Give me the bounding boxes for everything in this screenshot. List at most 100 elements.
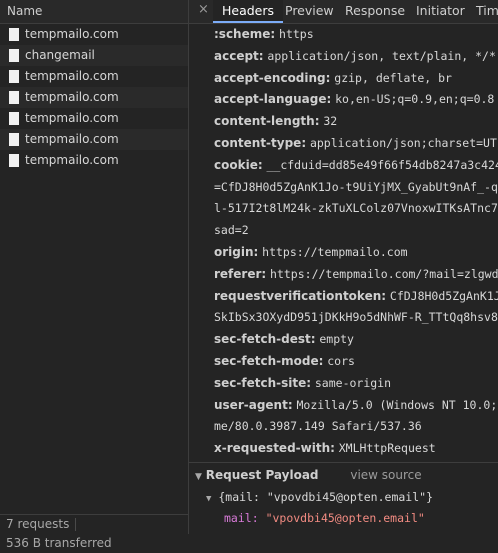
- request-name: tempmailo.com: [25, 153, 119, 167]
- header-row: sad=2: [189, 220, 498, 242]
- header-value: https://tempmailo.com: [262, 244, 408, 259]
- request-row[interactable]: changemail: [0, 45, 188, 66]
- request-details-panel: × Headers Preview Response Initiator Tim…: [189, 0, 498, 534]
- request-payload-section: ▼ Request Payload view source ▼ {mail: "…: [189, 462, 498, 534]
- request-row[interactable]: tempmailo.com: [0, 66, 188, 87]
- tab-initiator[interactable]: Initiator: [416, 0, 465, 23]
- header-name: origin:: [214, 244, 259, 259]
- header-name: accept:: [214, 48, 264, 63]
- request-row[interactable]: tempmailo.com: [0, 24, 188, 45]
- request-list: tempmailo.com changemail tempmailo.com temp…: [0, 24, 188, 171]
- header-row: accept-encoding: gzip, deflate, br: [189, 68, 498, 90]
- header-row: x-requested-with: XMLHttpRequest: [189, 438, 498, 460]
- header-row: content-length: 32: [189, 111, 498, 133]
- header-row: accept-language: ko,en-US;q=0.9,en;q=0.8: [189, 89, 498, 111]
- header-value: application/json;charset=UTF-8: [309, 135, 498, 150]
- tab-timing[interactable]: Timing: [476, 0, 498, 23]
- header-value: CfDJ8H0d5ZgAnK1Jo-t9U: [389, 288, 498, 303]
- payload-title: Request Payload: [205, 468, 319, 482]
- document-icon: [9, 154, 19, 167]
- header-row: accept: application/json, text/plain, */…: [189, 46, 498, 68]
- header-value: gzip, deflate, br: [334, 70, 452, 85]
- request-row[interactable]: tempmailo.com: [0, 129, 188, 150]
- payload-key: mail:: [224, 511, 259, 525]
- triangle-down-icon[interactable]: ▼: [195, 472, 202, 482]
- request-row[interactable]: tempmailo.com: [0, 87, 188, 108]
- name-column-header[interactable]: Name: [0, 0, 188, 24]
- status-bar: 7 requests 536 B transferred: [0, 514, 188, 550]
- requests-panel: Name tempmailo.com changemail tempmailo.co…: [0, 0, 188, 550]
- header-name: content-type:: [214, 135, 307, 150]
- header-value-continuation: =CfDJ8H0d5ZgAnK1Jo-t9UiYjMX_GyabUt9nAf_-…: [214, 179, 498, 194]
- header-row: me/80.0.3987.149 Safari/537.36: [189, 416, 498, 438]
- header-row: referer: https://tempmailo.com/?mail=zlg…: [189, 264, 498, 286]
- request-row[interactable]: tempmailo.com: [0, 150, 188, 171]
- document-icon: [9, 91, 19, 104]
- header-value: application/json, text/plain, */*: [267, 48, 496, 63]
- header-row: sec-fetch-site: same-origin: [189, 373, 498, 395]
- header-value: empty: [319, 332, 354, 347]
- transferred-size: 536 B transferred: [6, 536, 112, 550]
- header-name: sec-fetch-site:: [214, 375, 312, 390]
- header-name: content-length:: [214, 114, 320, 129]
- header-row: :scheme: https: [189, 24, 498, 46]
- close-icon[interactable]: ×: [198, 2, 209, 17]
- payload-value: "vpovdbi45@opten.email": [265, 511, 425, 525]
- document-icon: [9, 133, 19, 146]
- document-icon: [9, 70, 19, 83]
- payload-object-summary: {mail: "vpovdbi45@opten.email"}: [218, 490, 433, 504]
- header-name: x-requested-with:: [214, 441, 335, 456]
- tab-response[interactable]: Response: [345, 0, 405, 23]
- header-value: same-origin: [314, 375, 392, 390]
- header-name: sec-fetch-mode:: [214, 353, 324, 368]
- header-row: sec-fetch-mode: cors: [189, 351, 498, 373]
- header-row: content-type: application/json;charset=U…: [189, 133, 498, 155]
- payload-property: mail: "vpovdbi45@opten.email": [189, 508, 498, 529]
- status-divider: [75, 518, 77, 531]
- header-row: SkIbSx3OXydD951jDKkH9o5dNhWF-R_TTtQq8hsv…: [189, 307, 498, 329]
- payload-object[interactable]: ▼ {mail: "vpovdbi45@opten.email"}: [189, 487, 498, 508]
- request-name: tempmailo.com: [25, 111, 119, 125]
- header-value: https://tempmailo.com/?mail=zlgwdlm7: [270, 266, 498, 281]
- header-value: https: [279, 27, 314, 41]
- header-name: :scheme:: [214, 27, 276, 41]
- document-icon: [9, 28, 19, 41]
- tab-preview[interactable]: Preview: [285, 0, 334, 23]
- header-value: ko,en-US;q=0.9,en;q=0.8: [335, 92, 495, 107]
- header-name: accept-encoding:: [214, 70, 331, 85]
- request-name: tempmailo.com: [25, 132, 119, 146]
- header-row: l-517I2t8lM24k-zkTuXLColz07VnoxwITKsATnc…: [189, 198, 498, 220]
- request-name: tempmailo.com: [25, 90, 119, 104]
- header-row: requestverificationtoken: CfDJ8H0d5ZgAnK…: [189, 286, 498, 308]
- header-value: Mozilla/5.0 (Windows NT 10.0; Win: [296, 397, 498, 412]
- header-name: user-agent:: [214, 397, 293, 412]
- request-name: tempmailo.com: [25, 69, 119, 83]
- header-value: cors: [327, 353, 355, 368]
- request-name: tempmailo.com: [25, 27, 119, 41]
- header-value-continuation: SkIbSx3OXydD951jDKkH9o5dNhWF-R_TTtQq8hsv…: [214, 310, 498, 325]
- tab-headers[interactable]: Headers: [213, 0, 284, 23]
- header-name: sec-fetch-dest:: [214, 332, 316, 347]
- header-value: __cfduid=dd85e49f66f54db8247a3c424ad: [266, 157, 498, 172]
- header-value: 32: [323, 114, 338, 129]
- request-headers-list: :scheme: https accept: application/json, …: [189, 24, 498, 460]
- request-name: changemail: [25, 48, 95, 62]
- header-name: cookie:: [214, 157, 263, 172]
- header-value-continuation: me/80.0.3987.149 Safari/537.36: [214, 419, 422, 434]
- header-row: sec-fetch-dest: empty: [189, 329, 498, 351]
- header-value-continuation: sad=2: [214, 223, 249, 238]
- header-name: accept-language:: [214, 92, 332, 107]
- triangle-down-icon[interactable]: ▼: [206, 494, 211, 504]
- request-row[interactable]: tempmailo.com: [0, 108, 188, 129]
- view-source-link[interactable]: view source: [350, 468, 421, 482]
- header-value: XMLHttpRequest: [338, 441, 436, 456]
- header-name: referer:: [214, 266, 267, 281]
- document-icon: [9, 49, 19, 62]
- header-value-continuation: l-517I2t8lM24k-zkTuXLColz07VnoxwITKsATnc…: [214, 201, 498, 216]
- request-count: 7 requests: [6, 517, 70, 531]
- details-tab-bar: × Headers Preview Response Initiator Tim…: [189, 0, 498, 24]
- header-row: cookie: __cfduid=dd85e49f66f54db8247a3c4…: [189, 155, 498, 177]
- payload-header[interactable]: ▼ Request Payload view source: [189, 463, 498, 487]
- header-name: requestverificationtoken:: [214, 288, 387, 303]
- document-icon: [9, 112, 19, 125]
